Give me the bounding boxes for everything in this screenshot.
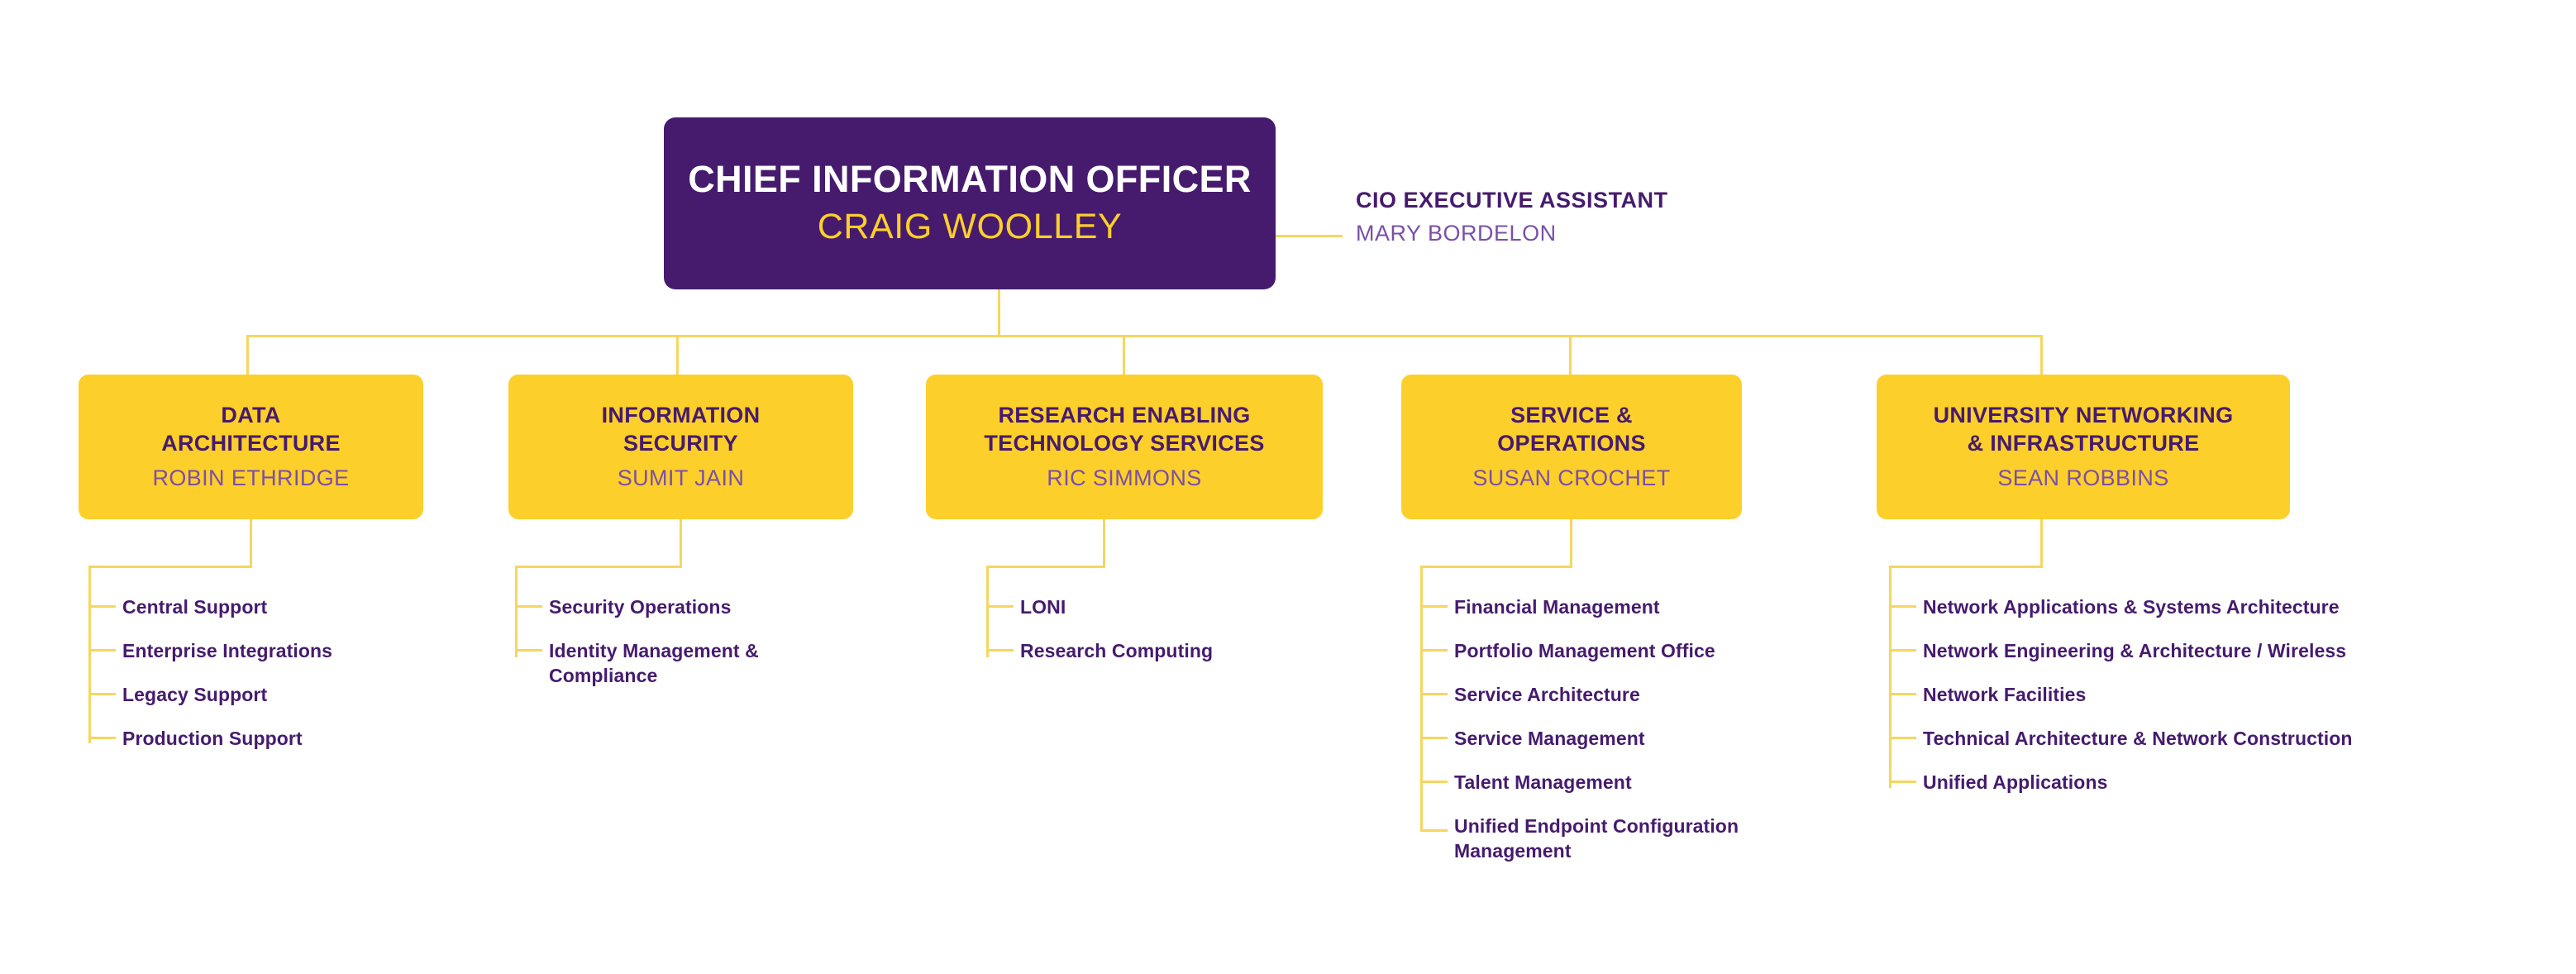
unit-research-computing[interactable]: Research Computing (1020, 638, 1213, 663)
unit-unified-applications[interactable]: Unified Applications (1923, 770, 2108, 795)
connector-tick-network-applications-systems-architecture (1889, 605, 1916, 608)
unit-talent-management[interactable]: Talent Management (1454, 770, 1632, 795)
data-architecture-leader: ROBIN ETHRIDGE (152, 466, 350, 490)
connector-tick-portfolio-management-office (1420, 649, 1448, 652)
org-chart-canvas: CHIEF INFORMATION OFFICER CRAIG WOOLLEY … (0, 0, 2576, 974)
service-and-operations-title: SERVICE & OPERATIONS (1497, 401, 1646, 458)
connector-drop-university-networking-infrastructure (2040, 335, 2043, 376)
unit-security-operations[interactable]: Security Operations (549, 594, 731, 619)
data-architecture-title-line2: ARCHITECTURE (161, 431, 341, 456)
connector-tick-identity-management-compliance (515, 649, 542, 652)
connector-service-operations-stem (1570, 519, 1572, 567)
university-networking-leader: SEAN ROBBINS (1997, 466, 2169, 490)
connector-drop-service-operations (1569, 335, 1572, 376)
service-and-operations-title-line2: OPERATIONS (1497, 431, 1646, 456)
connector-tick-unified-endpoint-configuration-management (1420, 829, 1448, 832)
connector-tick-technical-architecture-network-construction (1889, 737, 1916, 739)
cio-title: CHIEF INFORMATION OFFICER (688, 157, 1252, 200)
data-architecture-title: DATA ARCHITECTURE (161, 401, 341, 458)
node-chief-information-officer[interactable]: CHIEF INFORMATION OFFICER CRAIG WOOLLEY (664, 117, 1276, 289)
unit-network-facilities[interactable]: Network Facilities (1923, 682, 2086, 707)
research-enabling-technology-services-title-line1: RESEARCH ENABLING (998, 402, 1251, 427)
research-enabling-technology-services-leader: RIC SIMMONS (1047, 466, 1202, 490)
connector-drop-data-architecture (246, 335, 249, 376)
connector-tick-security-operations (515, 605, 542, 608)
node-university-networking-and-infrastructure[interactable]: UNIVERSITY NETWORKING & INFRASTRUCTURE S… (1877, 375, 2290, 519)
unit-network-engineering-architecture-wireless[interactable]: Network Engineering & Architecture / Wir… (1923, 638, 2346, 663)
connector-data-architecture-rail (88, 566, 91, 743)
information-security-title-line2: SECURITY (623, 431, 738, 456)
unit-production-support[interactable]: Production Support (122, 726, 303, 751)
connector-research-enabling-elbow (986, 566, 1105, 568)
information-security-title-line1: INFORMATION (601, 402, 761, 427)
node-data-architecture[interactable]: DATA ARCHITECTURE ROBIN ETHRIDGE (79, 375, 423, 519)
connector-university-networking-stem (2040, 519, 2043, 567)
unit-technical-architecture-network-construction[interactable]: Technical Architecture & Network Constru… (1923, 726, 2353, 751)
connector-drop-information-security (676, 335, 679, 376)
connector-tick-network-facilities (1889, 693, 1916, 695)
connector-data-architecture-elbow (88, 566, 252, 568)
connector-tick-service-architecture (1420, 693, 1448, 695)
node-research-enabling-technology-services[interactable]: RESEARCH ENABLING TECHNOLOGY SERVICES RI… (926, 375, 1323, 519)
service-and-operations-title-line1: SERVICE & (1510, 402, 1633, 427)
connector-tick-research-computing (986, 649, 1014, 652)
connector-drop-research-enabling-technology-services (1123, 335, 1125, 376)
unit-unified-endpoint-configuration-management[interactable]: Unified Endpoint Configuration Managemen… (1454, 814, 1825, 864)
university-networking-title-line2: & INFRASTRUCTURE (1967, 431, 2200, 456)
university-networking-title-line1: UNIVERSITY NETWORKING (1933, 402, 2234, 427)
executive-assistant-title: CIO EXECUTIVE ASSISTANT (1356, 188, 1668, 212)
data-architecture-title-line1: DATA (221, 402, 281, 427)
node-cio-executive-assistant[interactable]: CIO EXECUTIVE ASSISTANT MARY BORDELON (1356, 187, 1819, 248)
connector-tick-central-support (88, 605, 116, 608)
connector-university-networking-rail (1889, 566, 1891, 788)
connector-tick-legacy-support (88, 693, 116, 695)
connector-service-operations-elbow (1420, 566, 1572, 568)
connector-information-security-stem (680, 519, 682, 567)
research-enabling-technology-services-title-line2: TECHNOLOGY SERVICES (984, 431, 1265, 456)
information-security-title: INFORMATION SECURITY (602, 401, 761, 458)
connector-data-architecture-stem (250, 519, 252, 567)
node-information-security[interactable]: INFORMATION SECURITY SUMIT JAIN (508, 375, 853, 519)
cio-name: CRAIG WOOLLEY (817, 207, 1123, 247)
connector-tick-network-engineering-architecture-wireless (1889, 649, 1916, 652)
connector-research-enabling-stem (1103, 519, 1105, 567)
connector-cio-trunk-horizontal (246, 335, 2042, 337)
connector-cio-to-executive-assistant (1276, 235, 1343, 237)
connector-tick-unified-applications (1889, 781, 1916, 783)
connector-tick-financial-management (1420, 605, 1448, 608)
executive-assistant-name: MARY BORDELON (1356, 220, 1557, 246)
connector-tick-loni (986, 605, 1014, 608)
connector-tick-production-support (88, 737, 116, 739)
node-service-and-operations[interactable]: SERVICE & OPERATIONS SUSAN CROCHET (1401, 375, 1742, 519)
connector-tick-talent-management (1420, 781, 1448, 783)
unit-identity-management-compliance[interactable]: Identity Management & Compliance (549, 638, 822, 689)
unit-central-support[interactable]: Central Support (122, 594, 267, 619)
unit-legacy-support[interactable]: Legacy Support (122, 682, 267, 707)
unit-enterprise-integrations[interactable]: Enterprise Integrations (122, 638, 332, 663)
connector-information-security-elbow (515, 566, 682, 568)
unit-service-management[interactable]: Service Management (1454, 726, 1645, 751)
unit-portfolio-management-office[interactable]: Portfolio Management Office (1454, 638, 1715, 663)
connector-tick-enterprise-integrations (88, 649, 116, 652)
connector-information-security-rail (515, 566, 518, 657)
connector-cio-trunk-vertical (998, 289, 1000, 337)
unit-network-applications-systems-architecture[interactable]: Network Applications & Systems Architect… (1923, 594, 2340, 619)
university-networking-title: UNIVERSITY NETWORKING & INFRASTRUCTURE (1934, 401, 2234, 458)
unit-loni[interactable]: LONI (1020, 594, 1066, 619)
research-enabling-technology-services-title: RESEARCH ENABLING TECHNOLOGY SERVICES (984, 401, 1264, 458)
service-and-operations-leader: SUSAN CROCHET (1472, 466, 1671, 490)
unit-financial-management[interactable]: Financial Management (1454, 594, 1660, 619)
unit-service-architecture[interactable]: Service Architecture (1454, 682, 1640, 707)
connector-research-enabling-rail (986, 566, 989, 657)
connector-tick-service-management (1420, 737, 1448, 739)
information-security-leader: SUMIT JAIN (617, 466, 745, 490)
connector-university-networking-elbow (1889, 566, 2043, 568)
